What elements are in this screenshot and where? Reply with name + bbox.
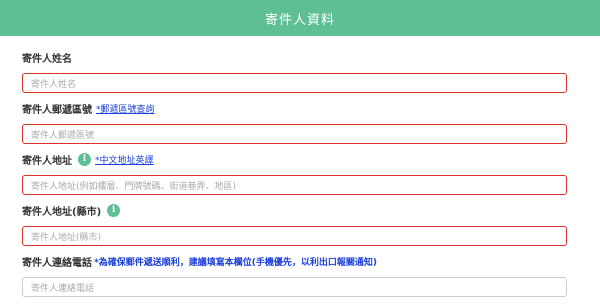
sender-phone-input[interactable]: 寄件人連絡電話 <box>22 277 567 297</box>
sender-address-field: 寄件人地址 i *中文地址英譯 寄件人地址(例如樓層、門牌號碼、街道巷弄、地區) <box>22 152 600 195</box>
sender-address-label: 寄件人地址 <box>22 155 72 167</box>
sender-zip-input[interactable]: 寄件人郵遞區號 <box>22 124 567 144</box>
sender-name-placeholder: 寄件人姓名 <box>31 79 77 90</box>
sender-zip-label: 寄件人郵遞區號 <box>22 104 92 116</box>
sender-form: 寄件人姓名 寄件人姓名 寄件人郵遞區號 *郵遞區號查詢 寄件人郵遞區號 寄件人地… <box>0 50 600 297</box>
sender-zip-field: 寄件人郵遞區號 *郵遞區號查詢 寄件人郵遞區號 <box>22 101 600 144</box>
sender-address-input[interactable]: 寄件人地址(例如樓層、門牌號碼、街道巷弄、地區) <box>22 175 567 195</box>
sender-city-placeholder: 寄件人地址(縣市) <box>31 232 102 243</box>
sender-phone-placeholder: 寄件人連絡電話 <box>31 283 95 294</box>
sender-city-field: 寄件人地址(縣市) i 寄件人地址(縣市) <box>22 203 600 246</box>
sender-phone-field: 寄件人連絡電話 *為確保郵件遞送順利，建議填寫本欄位(手機優先，以利出口報關通知… <box>22 254 600 297</box>
sender-name-field: 寄件人姓名 寄件人姓名 <box>22 50 600 93</box>
sender-city-input[interactable]: 寄件人地址(縣市) <box>22 226 567 246</box>
sender-name-input[interactable]: 寄件人姓名 <box>22 73 567 93</box>
info-icon[interactable]: i <box>107 203 121 217</box>
sender-address-placeholder: 寄件人地址(例如樓層、門牌號碼、街道巷弄、地區) <box>31 181 237 192</box>
info-icon[interactable]: i <box>78 152 91 166</box>
sender-phone-label: 寄件人連絡電話 <box>22 257 92 269</box>
section-title: 寄件人資料 <box>264 12 335 28</box>
zip-lookup-link[interactable]: *郵遞區號查詢 <box>96 102 155 115</box>
phone-note: *為確保郵件遞送順利，建議填寫本欄位(手機優先，以利出口報關通知) <box>94 257 377 268</box>
sender-city-label: 寄件人地址(縣市) <box>22 206 102 218</box>
address-translate-link[interactable]: *中文地址英譯 <box>95 153 154 166</box>
sender-name-label: 寄件人姓名 <box>22 53 72 65</box>
section-header: 寄件人資料 <box>0 0 600 36</box>
sender-zip-placeholder: 寄件人郵遞區號 <box>31 130 95 141</box>
